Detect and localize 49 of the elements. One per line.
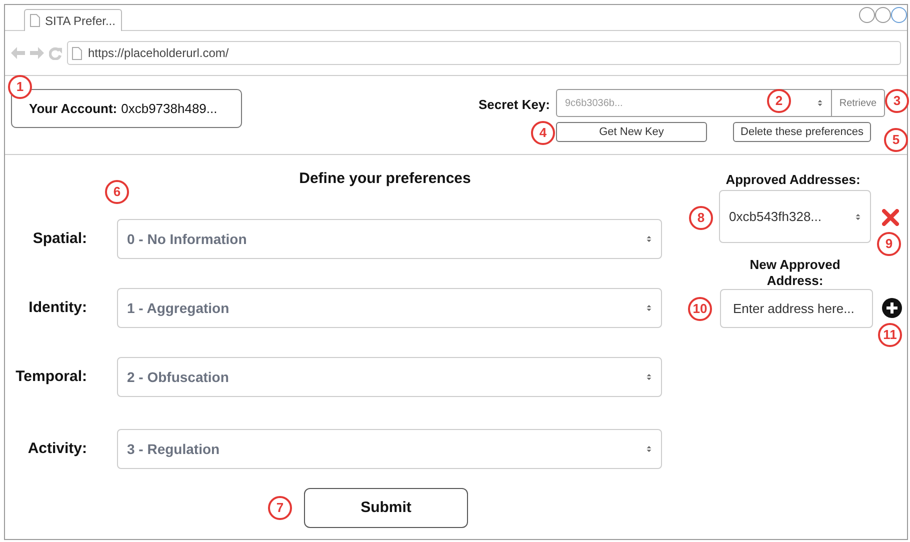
- callout-number: 3: [885, 89, 909, 113]
- window-control-icon[interactable]: [891, 7, 907, 23]
- window-control-icon[interactable]: [859, 7, 875, 23]
- approved-addresses-title: Approved Addresses:: [724, 171, 862, 189]
- new-address-title: New Approved Address:: [748, 257, 842, 289]
- preference-dropdown[interactable]: 3 - Regulation: [117, 429, 662, 469]
- dropdown-arrows-icon: [817, 98, 823, 108]
- callout-number: 8: [689, 206, 713, 230]
- callout-number: 5: [884, 128, 908, 152]
- dropdown-arrows-icon: [646, 444, 652, 454]
- browser-tab[interactable]: SITA Prefer...: [24, 9, 122, 31]
- dropdown-arrows-icon: [646, 303, 652, 313]
- submit-button[interactable]: Submit: [304, 488, 468, 528]
- callout-number: 1: [8, 75, 32, 99]
- preference-dropdown[interactable]: 2 - Obfuscation: [117, 357, 662, 397]
- callout-number: 6: [105, 180, 129, 204]
- secret-key-label: Secret Key:: [478, 96, 550, 114]
- back-icon[interactable]: [11, 47, 25, 59]
- approved-address-dropdown[interactable]: 0xcb543fh328...: [719, 190, 871, 243]
- forward-icon[interactable]: [30, 47, 44, 59]
- account-value: 0xcb9738h489...: [121, 100, 218, 118]
- callout-number: 11: [878, 323, 902, 347]
- callout-number: 7: [268, 496, 292, 520]
- page-icon: [30, 14, 40, 27]
- get-new-key-button[interactable]: Get New Key: [556, 122, 707, 142]
- preference-dropdown[interactable]: 0 - No Information: [117, 219, 662, 259]
- dropdown-arrows-icon: [646, 372, 652, 382]
- callout-number: 4: [531, 121, 555, 145]
- dropdown-arrows-icon: [646, 234, 652, 244]
- account-label: Your Account:: [29, 100, 118, 118]
- retrieve-button[interactable]: Retrieve: [832, 89, 885, 117]
- window-control-icon[interactable]: [875, 7, 891, 23]
- delete-preferences-button[interactable]: Delete these preferences: [733, 122, 871, 142]
- preference-dropdown[interactable]: 1 - Aggregation: [117, 288, 662, 328]
- close-icon[interactable]: [882, 209, 899, 226]
- preference-label: Temporal:: [14, 366, 87, 387]
- callout-number: 9: [877, 232, 901, 256]
- new-address-field[interactable]: Enter address here...: [720, 289, 873, 328]
- callout-number: 10: [688, 297, 712, 321]
- dropdown-arrows-icon: [855, 212, 861, 222]
- preference-label: Identity:: [28, 298, 87, 318]
- preference-label: Spatial:: [32, 228, 87, 249]
- page-icon: [72, 46, 82, 60]
- callout-number: 2: [767, 89, 791, 113]
- reload-icon[interactable]: [49, 46, 62, 60]
- preferences-title: Define your preferences: [298, 169, 472, 189]
- add-icon[interactable]: [882, 298, 902, 318]
- address-field[interactable]: https://placeholderurl.com/: [67, 41, 901, 65]
- preference-label: Activity:: [26, 438, 87, 459]
